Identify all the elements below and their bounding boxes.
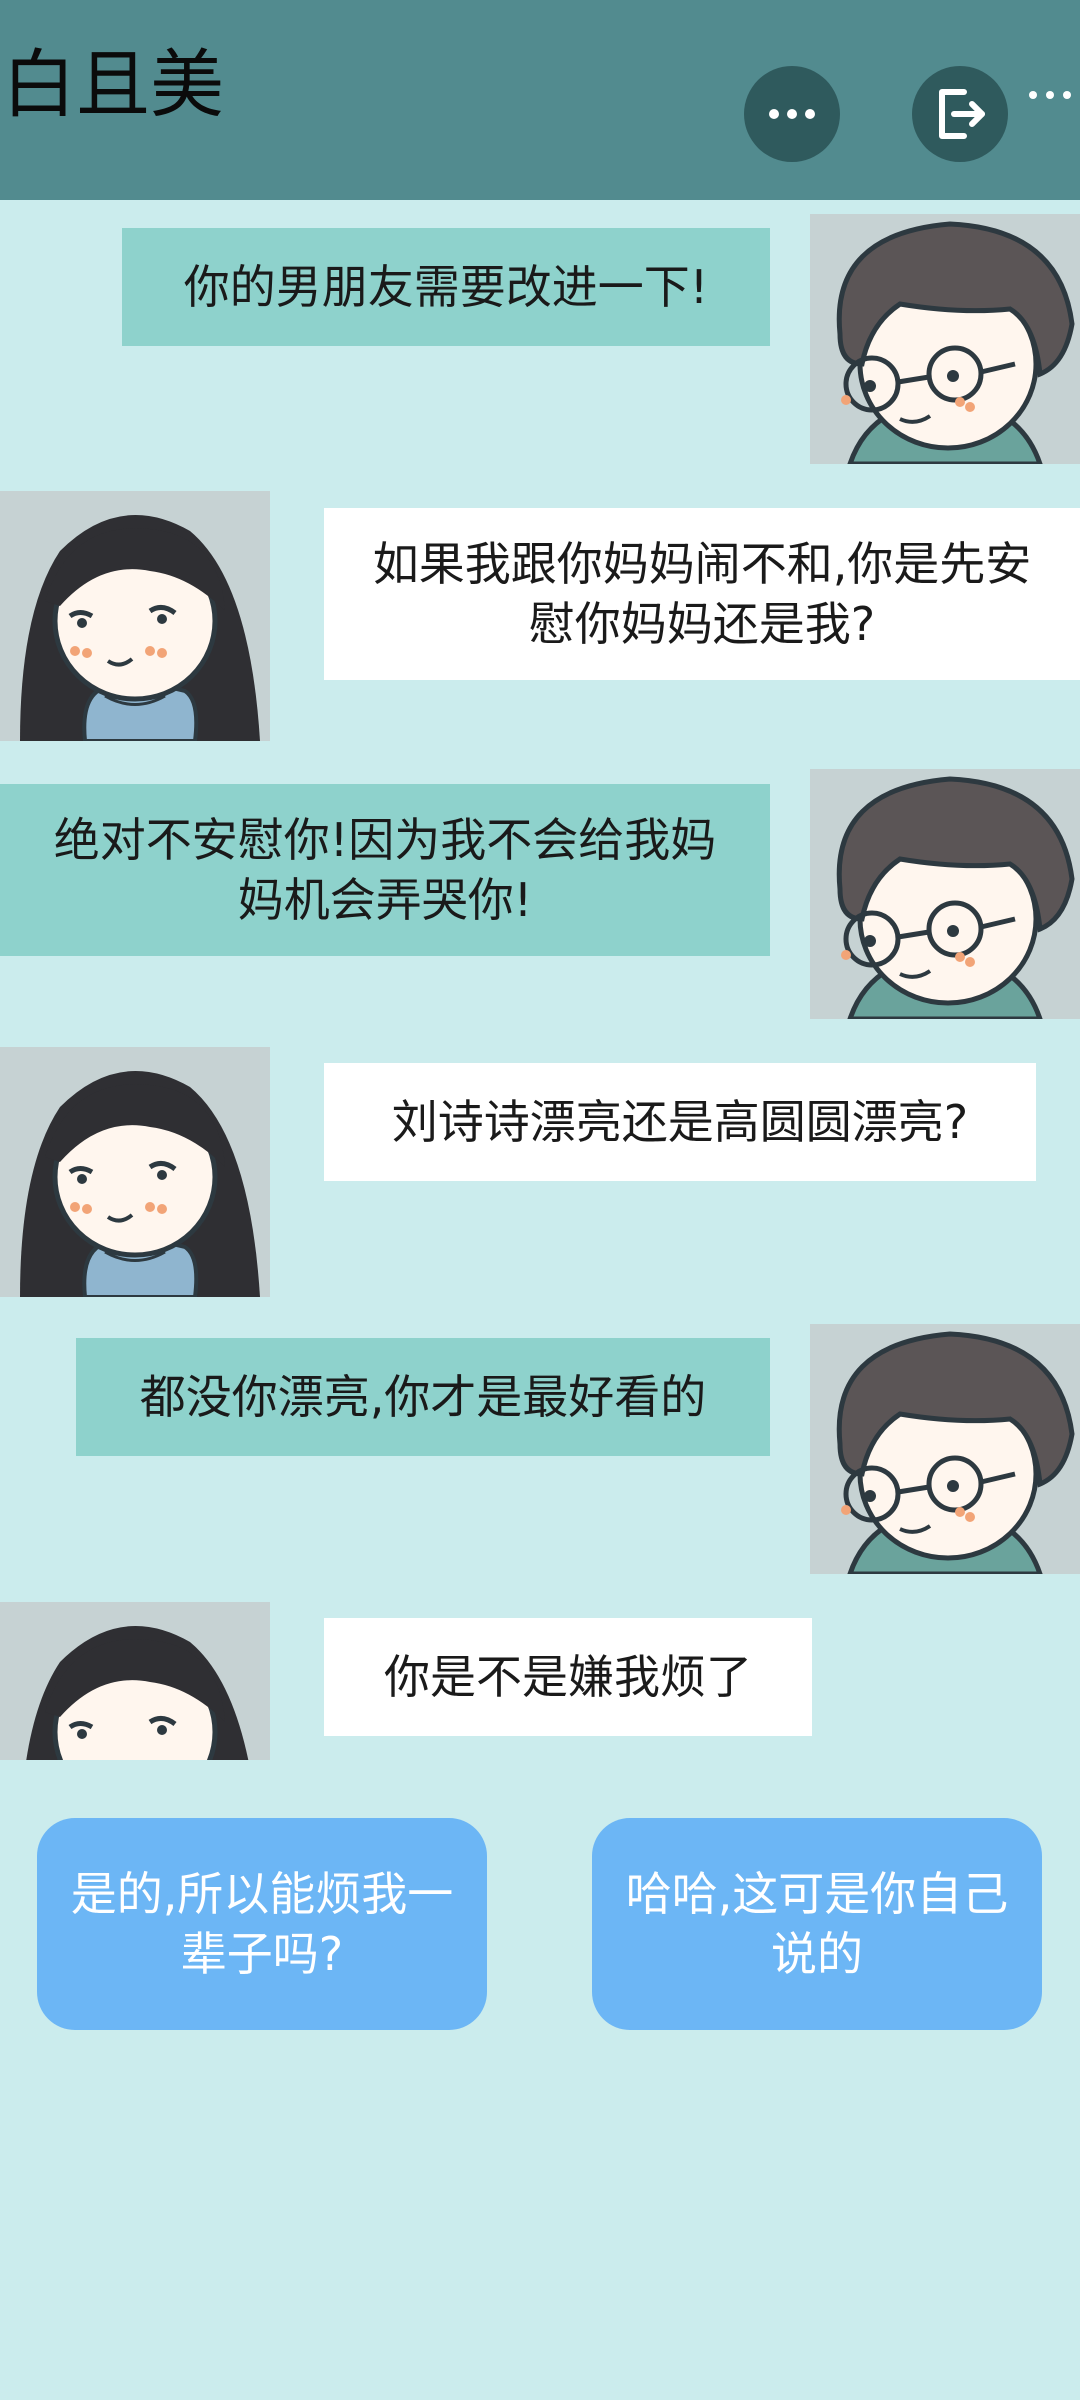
message-bubble-girl: 你是不是嫌我烦了 [324,1618,812,1736]
exit-icon [939,89,985,139]
message-bubble-boy: 绝对不安慰你!因为我不会给我妈妈机会弄哭你! [0,784,770,956]
message-text: 都没你漂亮,你才是最好看的 [139,1370,707,1424]
message-bubble-boy: 你的男朋友需要改进一下! [122,228,770,346]
boy-avatar [810,1324,1080,1574]
boy-avatar [810,214,1080,464]
boy-avatar [810,769,1080,1019]
reply-option-label: 是的,所以能烦我一辈子吗? [70,1867,454,1981]
more-horizontal-icon [744,66,840,162]
message-text: 如果我跟你妈妈闹不和,你是先安慰你妈妈还是我? [372,537,1032,651]
top-bar: 白且美 [0,0,1080,200]
page-title: 白且美 [2,42,224,128]
message-text: 刘诗诗漂亮还是高圆圆漂亮? [391,1095,969,1149]
message-bubble-boy: 都没你漂亮,你才是最好看的 [76,1338,770,1456]
girl-avatar [0,1047,270,1297]
reply-option-label: 哈哈,这可是你自己说的 [625,1867,1009,1981]
reply-option-1[interactable]: 是的,所以能烦我一辈子吗? [37,1818,487,2030]
message-text: 你是不是嫌我烦了 [384,1650,752,1704]
message-bubble-girl: 刘诗诗漂亮还是高圆圆漂亮? [324,1063,1036,1181]
girl-avatar [0,491,270,741]
message-bubble-girl: 如果我跟你妈妈闹不和,你是先安慰你妈妈还是我? [324,508,1080,680]
exit-button[interactable] [912,66,1008,162]
girl-avatar [0,1602,270,1760]
message-text: 绝对不安慰你!因为我不会给我妈妈机会弄哭你! [53,813,717,927]
more-button[interactable] [744,66,840,162]
message-text: 你的男朋友需要改进一下! [183,260,709,314]
overflow-dots-icon[interactable] [1025,88,1080,102]
reply-option-2[interactable]: 哈哈,这可是你自己说的 [592,1818,1042,2030]
